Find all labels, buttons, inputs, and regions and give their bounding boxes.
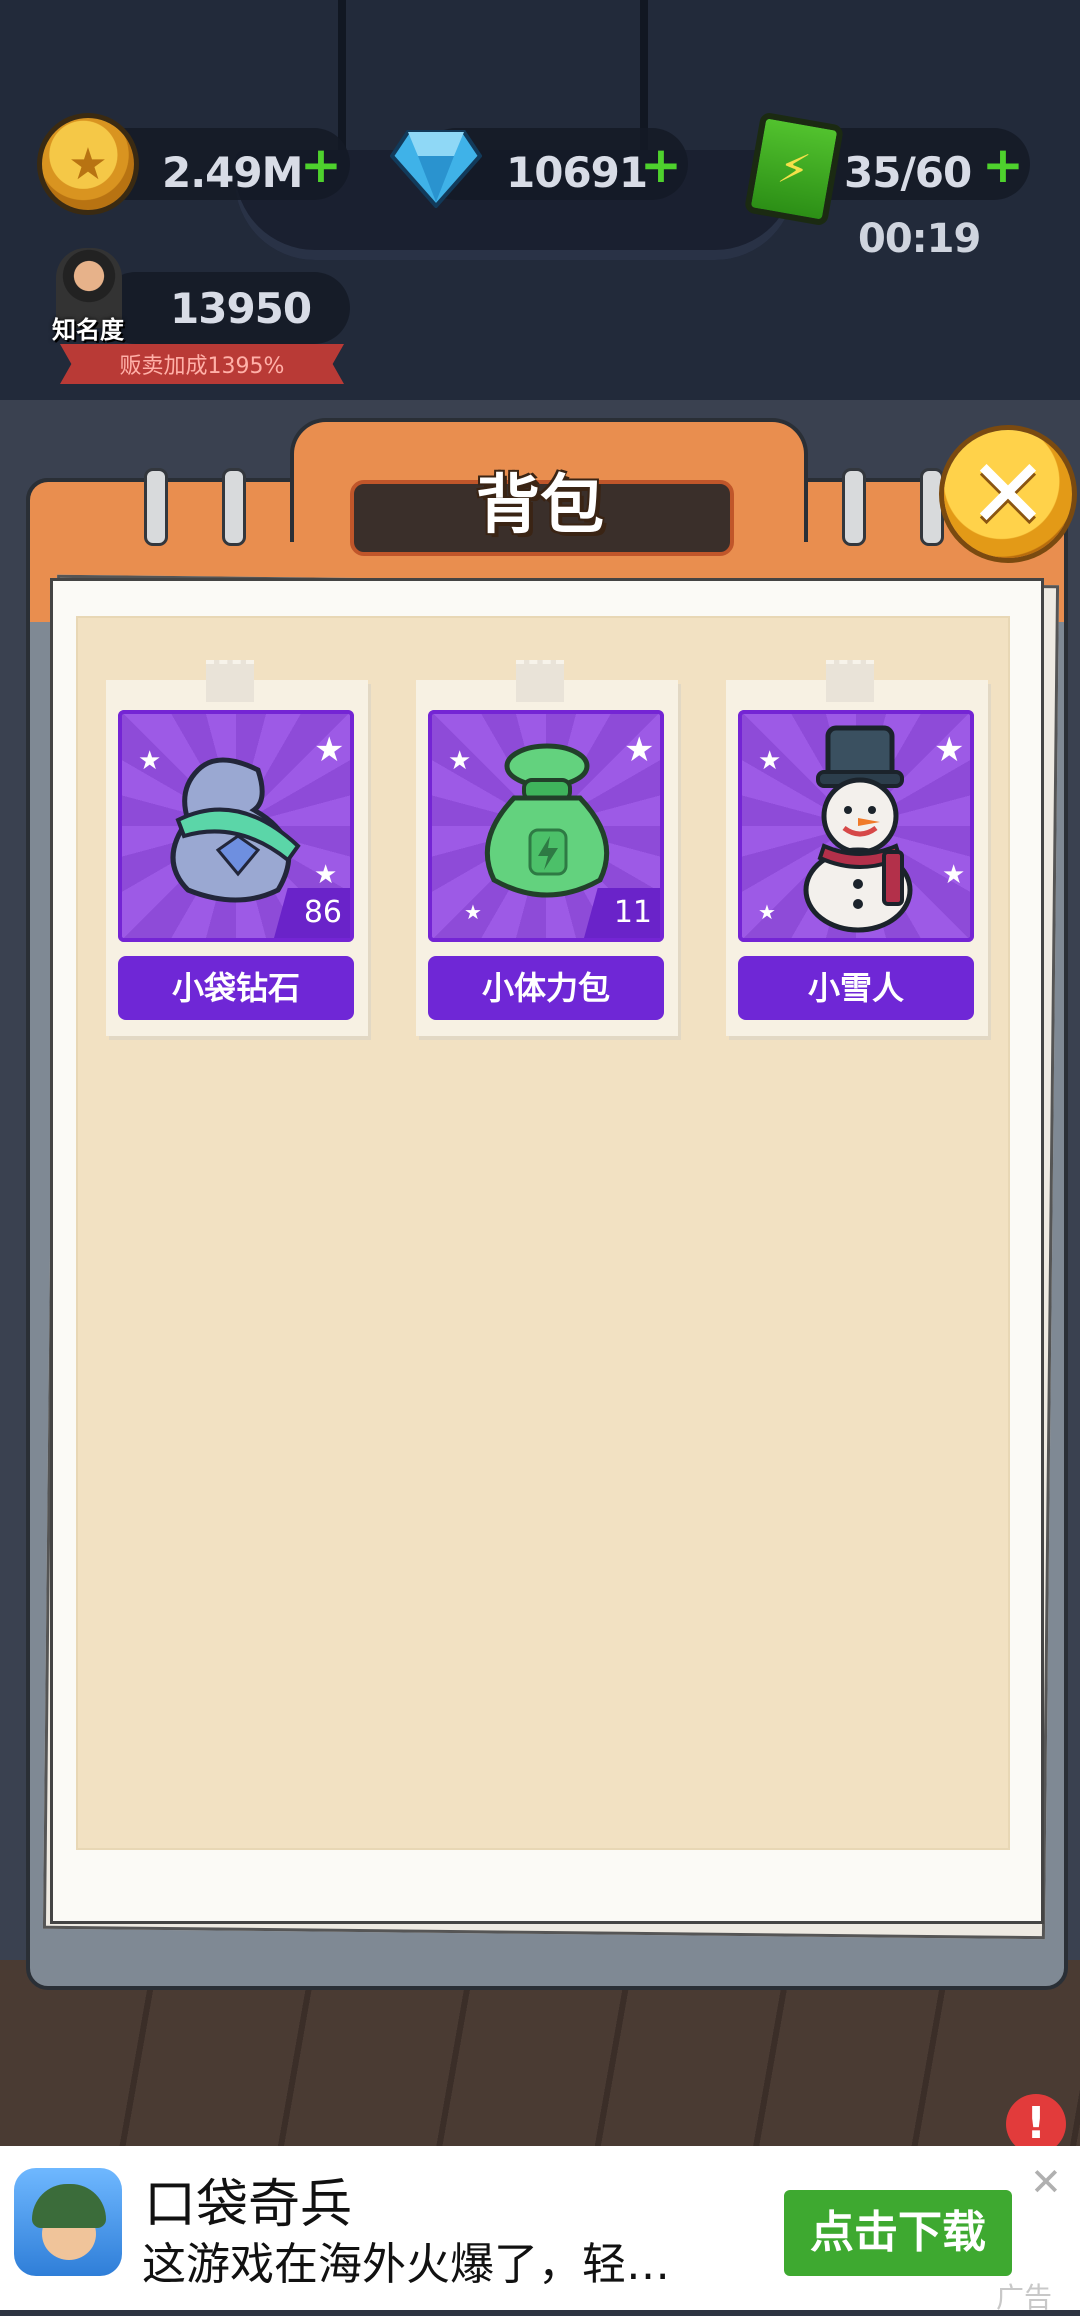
sell-bonus-banner: 贩卖加成1395% (60, 344, 344, 384)
binder-ring (222, 468, 246, 546)
binder-ring (920, 468, 944, 546)
gem-value: 10691 (506, 148, 648, 197)
ad-tag: 广告 (996, 2281, 1053, 2314)
coin-icon: ★ (42, 118, 134, 210)
battery-icon: ⚡ (743, 111, 845, 227)
item-icon-frame: ★ ★ ★ ★ (738, 710, 974, 942)
tape (206, 660, 254, 702)
item-name: 小雪人 (738, 956, 974, 1020)
coin-value: 2.49M (162, 148, 303, 197)
tape (516, 660, 564, 702)
diamond-bag-icon (170, 757, 301, 903)
ad-app-icon[interactable] (14, 2168, 122, 2276)
add-coins-button[interactable]: + (300, 136, 342, 194)
ad-close-icon[interactable]: ✕ (1030, 2160, 1062, 2204)
soldier-helmet (32, 2184, 106, 2228)
energy-value: 35/60 (844, 148, 972, 197)
add-gems-button[interactable]: + (640, 136, 682, 194)
snowman-icon (803, 725, 913, 933)
fame-label: 知名度 (52, 316, 124, 344)
stamina-bag-icon (484, 743, 610, 898)
inventory-item-diamond-bag[interactable]: ★ ★ ★ 86 小袋钻石 (106, 660, 368, 1036)
ad-description[interactable]: 这游戏在海外火爆了，轻… (142, 2228, 670, 2292)
tape (826, 660, 874, 702)
inventory-item-snowman[interactable]: ★ ★ ★ ★ 小雪人 (726, 660, 988, 1036)
ad-download-button[interactable]: 点击下载 (784, 2190, 1012, 2276)
close-icon: ✕ (967, 438, 1049, 550)
add-energy-button[interactable]: + (982, 136, 1024, 194)
item-icon-frame: ★ ★ ★ 11 (428, 710, 664, 942)
energy-timer: 00:19 (858, 216, 981, 262)
binder-ring (144, 468, 168, 546)
ad-title[interactable]: 口袋奇兵 (144, 2162, 352, 2237)
wooden-floor (0, 1960, 1080, 2160)
item-name: 小体力包 (428, 956, 664, 1020)
diamond-icon (390, 130, 482, 208)
close-button[interactable]: ✕ (944, 430, 1072, 558)
binder-ring (842, 468, 866, 546)
item-name: 小袋钻石 (118, 956, 354, 1020)
panel-title: 背包 (476, 469, 604, 543)
inventory-item-stamina-bag[interactable]: ★ ★ ★ 11 小体力包 (416, 660, 678, 1036)
notification-badge[interactable]: ! (1006, 2094, 1066, 2154)
fame-value: 13950 (170, 284, 312, 333)
item-icon-frame: ★ ★ ★ 86 (118, 710, 354, 942)
